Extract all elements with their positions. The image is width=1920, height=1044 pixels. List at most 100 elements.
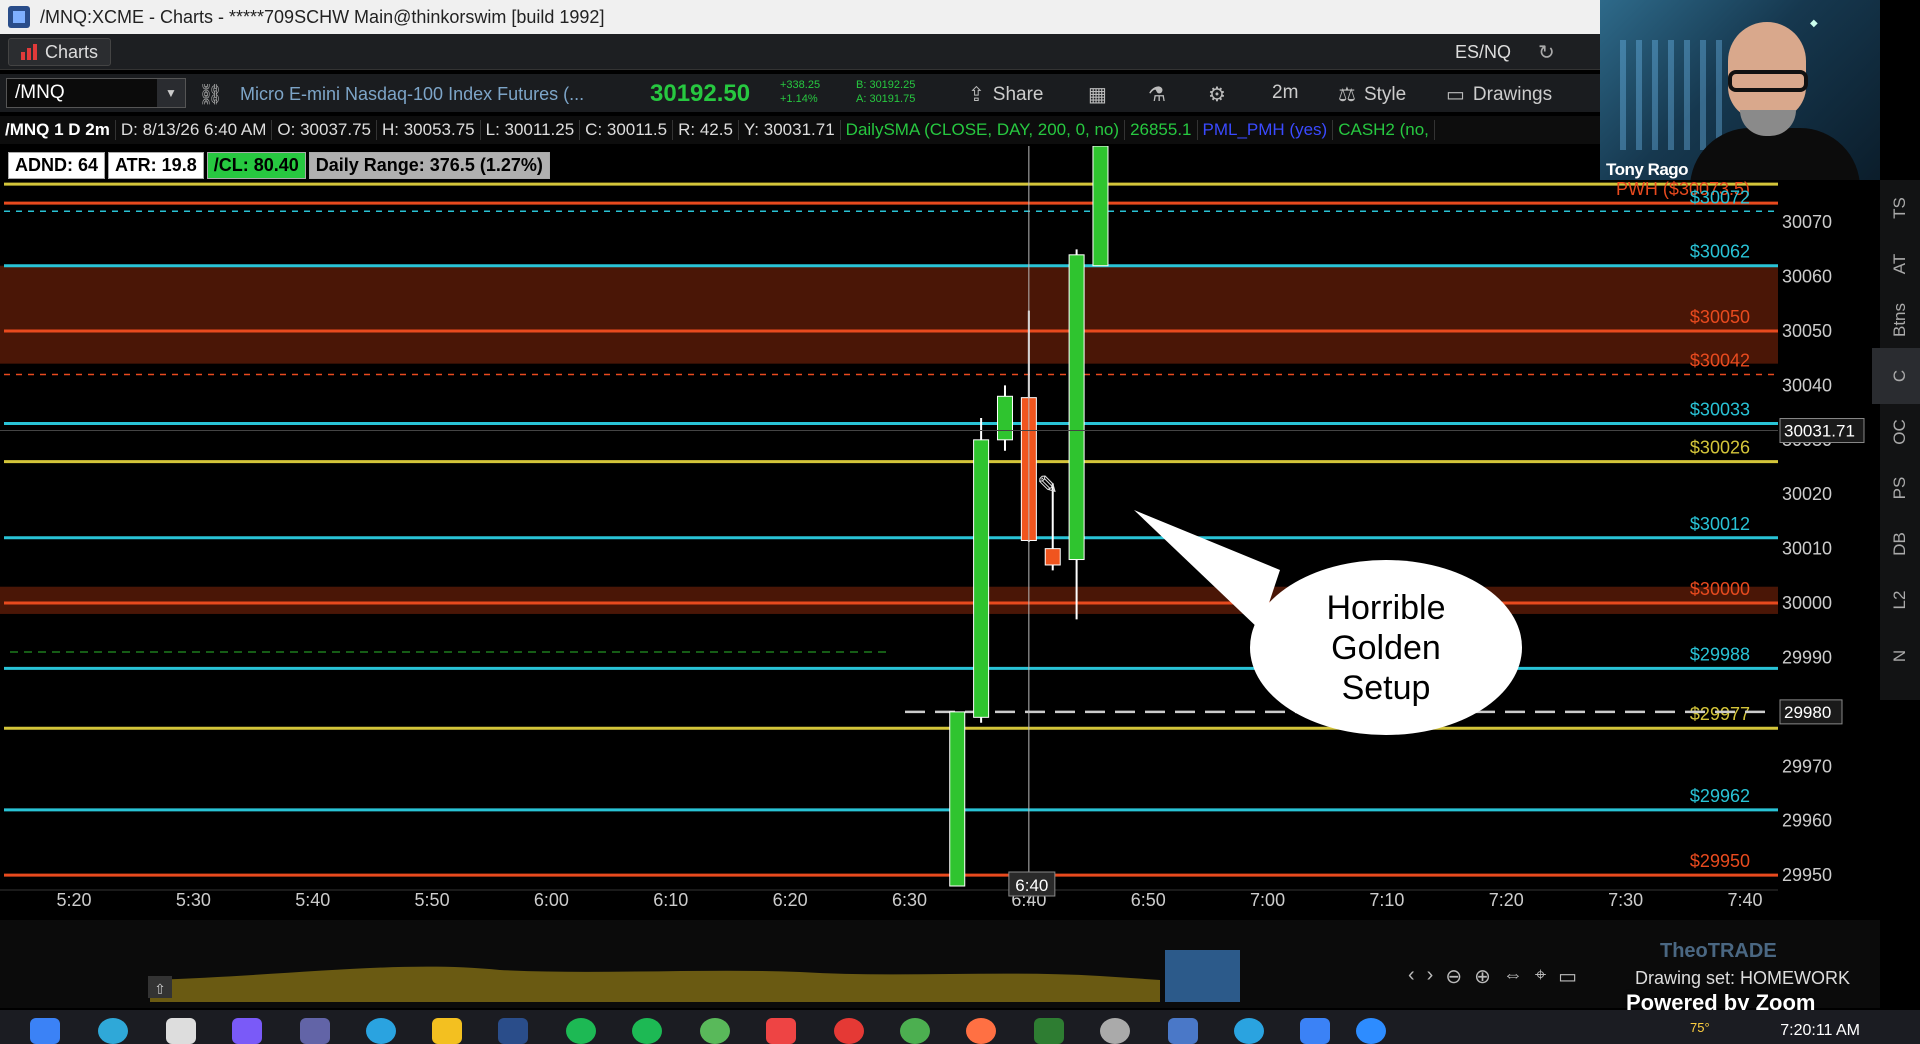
candle-body-1[interactable] xyxy=(973,439,990,718)
refresh-icon[interactable]: ↻ xyxy=(1538,40,1555,65)
symbol-description: Micro E-mini Nasdaq-100 Index Futures (.… xyxy=(240,84,585,104)
excel-icon[interactable] xyxy=(1034,1018,1064,1044)
notepad-icon[interactable] xyxy=(1300,1018,1330,1044)
candle-body-0[interactable] xyxy=(949,711,966,887)
y-tick-11: 29970 xyxy=(1782,756,1832,776)
spotify-2-icon[interactable] xyxy=(632,1018,662,1044)
x-tick-1: 5:30 xyxy=(176,890,211,910)
info-high: H: 30053.75 xyxy=(377,120,481,140)
y-tick-4: 30040 xyxy=(1782,375,1832,395)
zoom-icon[interactable] xyxy=(1356,1018,1386,1044)
x-tick-6: 6:20 xyxy=(773,890,808,910)
webcam-video: ◆ Tony Rago xyxy=(1600,0,1880,180)
svg-text:⇧: ⇧ xyxy=(154,982,166,998)
maps-icon[interactable] xyxy=(900,1018,930,1044)
telegram-icon[interactable] xyxy=(366,1018,396,1044)
thinkorswim-icon[interactable] xyxy=(498,1018,528,1044)
level-label-8: $30012 xyxy=(1690,514,1750,534)
spotify-icon[interactable] xyxy=(566,1018,596,1044)
candle-body-6[interactable] xyxy=(1092,146,1109,267)
chevron-down-icon[interactable]: ▼ xyxy=(157,79,185,107)
notes-icon[interactable] xyxy=(766,1018,796,1044)
x-tick-7: 6:30 xyxy=(892,890,927,910)
windows-taskbar: 7:20:11 AM xyxy=(0,1010,1920,1044)
folder-icon[interactable] xyxy=(432,1018,462,1044)
y-tick-12: 29960 xyxy=(1782,811,1832,831)
side-tab-l2[interactable]: L2 xyxy=(1872,572,1920,628)
crosshair-time-label: 6:40 xyxy=(1015,876,1048,895)
share-button[interactable]: ⇪ Share xyxy=(968,82,1043,107)
charts-tab[interactable]: Charts xyxy=(8,38,112,66)
presenter-name: Tony Rago xyxy=(1606,160,1689,179)
price-axis xyxy=(1778,146,1880,916)
candle-body-5[interactable] xyxy=(1068,254,1085,561)
box-icon[interactable]: ▭ xyxy=(1558,964,1577,989)
level-label-12: $29962 xyxy=(1690,786,1750,806)
files-icon[interactable] xyxy=(166,1018,196,1044)
candle-body-4[interactable] xyxy=(1044,548,1061,566)
side-tab-oc[interactable]: OC xyxy=(1872,404,1920,460)
zoom-in-icon[interactable]: ⊕ xyxy=(1474,964,1491,989)
drawings-button[interactable]: ▭ Drawings xyxy=(1446,82,1552,107)
side-tab-db[interactable]: DB xyxy=(1872,516,1920,572)
chrome-icon[interactable] xyxy=(834,1018,864,1044)
crosshair-icon[interactable]: ⌖ xyxy=(1535,964,1546,989)
clock[interactable]: 7:20:11 AM xyxy=(1780,1022,1860,1040)
link-icon[interactable]: ⛓ xyxy=(198,82,223,107)
pan-icon[interactable]: ⇔ xyxy=(1503,964,1523,989)
side-tab-btns[interactable]: Btns xyxy=(1872,292,1920,348)
info-open: O: 30037.75 xyxy=(272,120,377,140)
level-label-2: $30072 xyxy=(1690,187,1750,207)
search-icon[interactable] xyxy=(98,1018,128,1044)
scroll-left-icon[interactable]: ‹ xyxy=(1408,964,1415,989)
start-icon[interactable] xyxy=(30,1018,60,1044)
side-tab-at[interactable]: AT xyxy=(1872,236,1920,292)
y-tick-1: 30070 xyxy=(1782,212,1832,232)
telegram-2-icon[interactable] xyxy=(1234,1018,1264,1044)
chart-bars-icon xyxy=(21,44,37,60)
share-icon: ⇪ xyxy=(968,84,985,106)
x-tick-13: 7:30 xyxy=(1608,890,1643,910)
globe-icon[interactable] xyxy=(700,1018,730,1044)
x-tick-12: 7:20 xyxy=(1489,890,1524,910)
window-titlebar: /MNQ:XCME - Charts - *****709SCHW Main@t… xyxy=(0,0,1600,34)
pair-label[interactable]: ES/NQ xyxy=(1455,42,1511,63)
charts-tab-label: Charts xyxy=(45,41,99,62)
timeframe-button[interactable]: 2m xyxy=(1272,82,1298,104)
style-button[interactable]: ⚖ Style xyxy=(1338,82,1406,107)
share-label: Share xyxy=(992,83,1044,105)
callout-bubble: Horrible Golden Setup xyxy=(1250,560,1522,735)
x-tick-11: 7:10 xyxy=(1369,890,1404,910)
side-tab-c[interactable]: C xyxy=(1872,348,1920,404)
drawings-icon: ▭ xyxy=(1446,84,1465,106)
teams-icon[interactable] xyxy=(300,1018,330,1044)
weather-temp[interactable]: 75° xyxy=(1690,1020,1710,1035)
candle-body-2[interactable] xyxy=(996,395,1013,441)
drawing-set-label[interactable]: Drawing set: HOMEWORK xyxy=(1635,968,1850,989)
slack-icon[interactable] xyxy=(1100,1018,1130,1044)
x-tick-10: 7:00 xyxy=(1250,890,1285,910)
flask-icon[interactable]: ⚗ xyxy=(1148,82,1166,107)
calendar-icon[interactable]: ▦ xyxy=(1088,82,1107,107)
side-tab-ts[interactable]: TS xyxy=(1872,180,1920,236)
x-tick-0: 5:20 xyxy=(56,890,91,910)
level-label-3: $30062 xyxy=(1690,242,1750,262)
copilot-icon[interactable] xyxy=(232,1018,262,1044)
symbol-selector[interactable]: /MNQ ▼ xyxy=(6,78,186,108)
side-tab-ps[interactable]: PS xyxy=(1872,460,1920,516)
pencil-cursor-icon: ✎ xyxy=(1037,471,1059,501)
firefox-icon[interactable] xyxy=(966,1018,996,1044)
gear-icon[interactable]: ⚙ xyxy=(1208,82,1226,107)
price-chart[interactable]: $30077PWH ($30073.5)$30072$30062$30050$3… xyxy=(0,146,1880,916)
scroll-right-icon[interactable]: › xyxy=(1427,964,1434,989)
change-percent: +1.14% xyxy=(780,93,818,105)
level-label-5: $30042 xyxy=(1690,351,1750,371)
adnd-label: ADND: 64 xyxy=(8,152,106,179)
presenter-glasses xyxy=(1728,70,1808,92)
photos-icon[interactable] xyxy=(1168,1018,1198,1044)
bid-value: B: 30192.25 xyxy=(856,79,916,91)
side-tab-n[interactable]: N xyxy=(1872,628,1920,684)
level-label-11: $29977 xyxy=(1690,704,1750,724)
theotrade-logo-icon: ◆ xyxy=(1810,18,1818,29)
zoom-out-icon[interactable]: ⊖ xyxy=(1445,964,1462,989)
